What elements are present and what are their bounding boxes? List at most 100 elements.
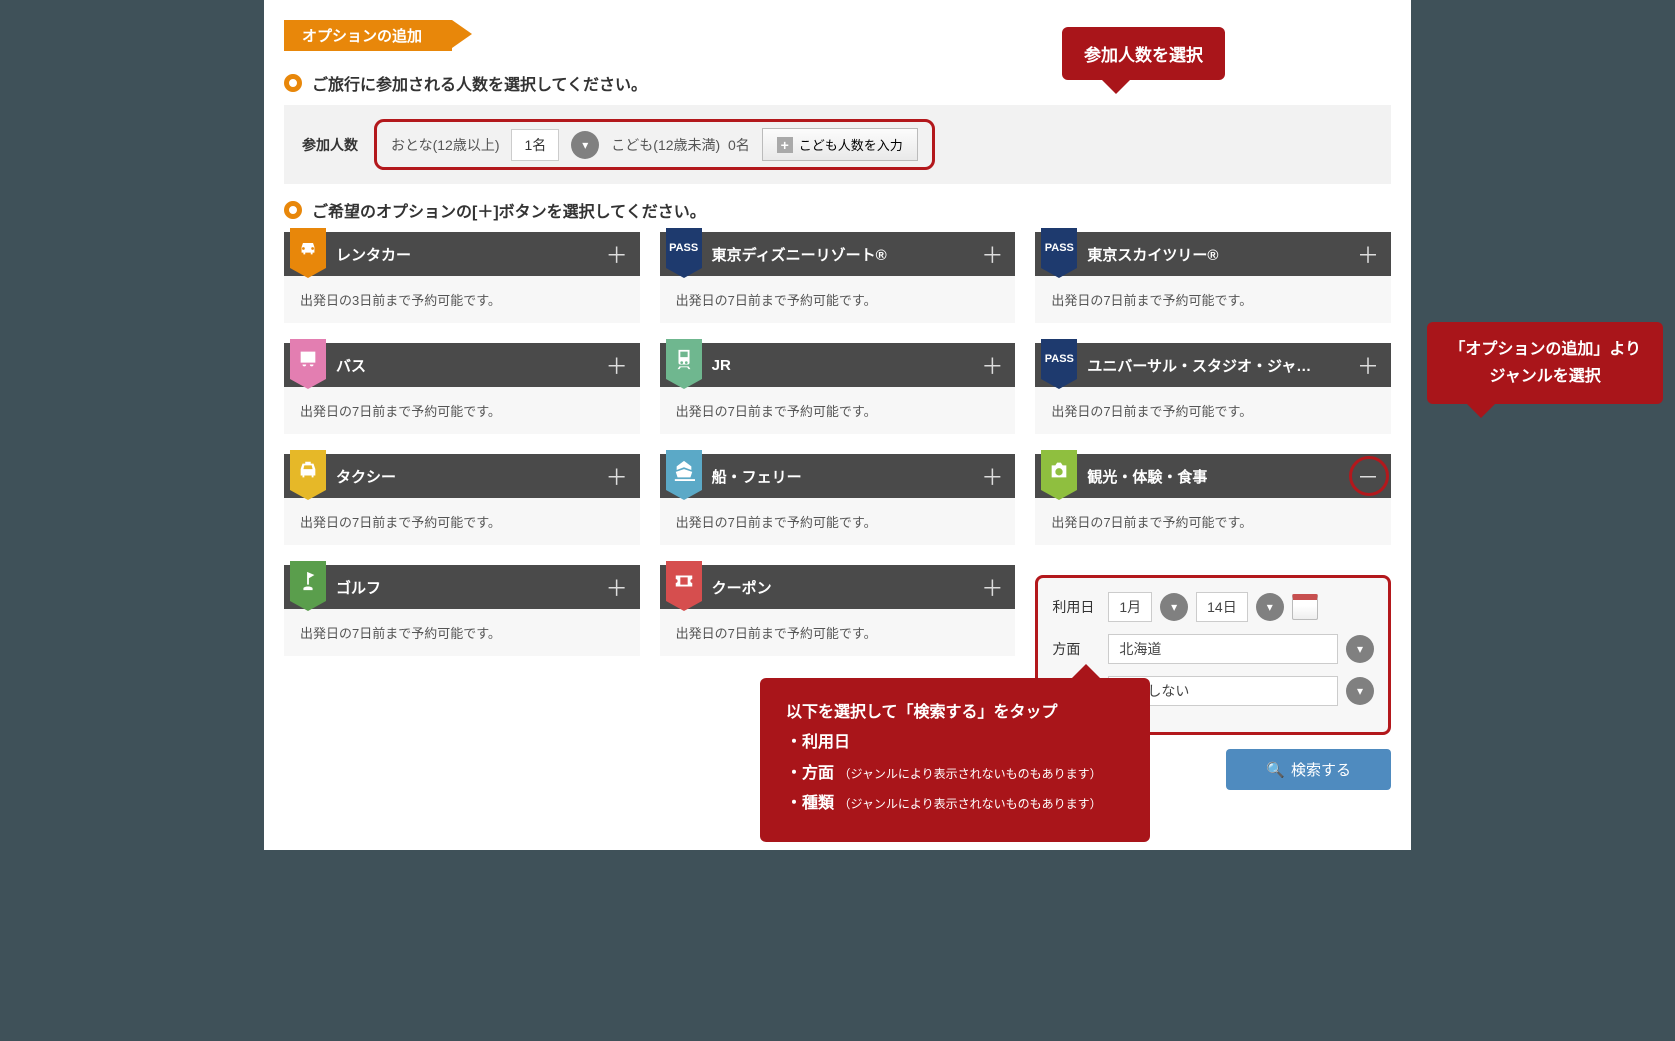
search-button[interactable]: 🔍 検索する xyxy=(1226,749,1391,790)
callout-pointer-icon xyxy=(1467,404,1495,418)
option-coupon-header[interactable]: クーポン ＋ xyxy=(660,565,1016,609)
callout-pointer-icon xyxy=(1102,80,1130,94)
area-label: 方面 xyxy=(1052,639,1100,659)
plus-icon: + xyxy=(777,137,793,153)
toggle-icon: ＋ xyxy=(606,349,628,381)
option-note: 出発日の7日前まで予約可能です。 xyxy=(284,609,640,656)
option-title: JR xyxy=(712,357,982,374)
toggle-icon: ＋ xyxy=(981,238,1003,270)
toggle-icon: ＋ xyxy=(981,349,1003,381)
callout1-text: 参加人数を選択 xyxy=(1084,46,1203,65)
pass-icon: PASS xyxy=(666,228,702,268)
adult-dropdown-icon[interactable] xyxy=(571,131,599,159)
option-ferry: 船・フェリー ＋ 出発日の7日前まで予約可能です。 xyxy=(660,454,1016,545)
callout3-title: 以下を選択して「検索する」をタップ xyxy=(786,698,1124,728)
participants-outline: おとな(12歳以上) 1名 こども(12歳未満) 0名 + こども人数を入力 xyxy=(374,119,935,170)
option-title: タクシー xyxy=(336,466,606,487)
coupon-icon xyxy=(666,561,702,601)
adult-count-select[interactable]: 1名 xyxy=(511,129,559,161)
option-jr-header[interactable]: JR ＋ xyxy=(660,343,1016,387)
heading1-text: ご旅行に参加される人数を選択してください。 xyxy=(312,71,647,95)
option-taxi: タクシー ＋ 出発日の7日前まで予約可能です。 xyxy=(284,454,640,545)
callout-participants: 参加人数を選択 xyxy=(1062,27,1225,80)
option-note: 出発日の7日前まで予約可能です。 xyxy=(660,276,1016,323)
area-select[interactable]: 北海道 xyxy=(1108,634,1338,664)
callout3-b1: ・利用日 xyxy=(786,728,1124,758)
toggle-icon: ＋ xyxy=(1357,238,1379,270)
bullet-icon xyxy=(284,201,302,219)
search-icon: 🔍 xyxy=(1266,761,1285,779)
option-ferry-header[interactable]: 船・フェリー ＋ xyxy=(660,454,1016,498)
options-heading: ご希望のオプションの[＋]ボタンを選択してください。 xyxy=(284,198,1391,222)
option-disney-header[interactable]: PASS 東京ディズニーリゾート® ＋ xyxy=(660,232,1016,276)
option-title: 観光・体験・食事 xyxy=(1087,466,1357,487)
golf-icon xyxy=(290,561,326,601)
toggle-icon: － xyxy=(1357,460,1379,492)
option-bus-header[interactable]: バス ＋ xyxy=(284,343,640,387)
child-label-prefix: こども(12歳未満) xyxy=(611,137,720,153)
child-input-button[interactable]: + こども人数を入力 xyxy=(762,128,918,161)
toggle-icon: ＋ xyxy=(606,238,628,270)
day-dropdown-icon[interactable] xyxy=(1256,593,1284,621)
month-dropdown-icon[interactable] xyxy=(1160,593,1188,621)
heading2-text: ご希望のオプションの[＋]ボタンを選択してください。 xyxy=(312,198,706,222)
toggle-icon: ＋ xyxy=(981,571,1003,603)
option-sightseeing-header[interactable]: 観光・体験・食事 － xyxy=(1035,454,1391,498)
bus-icon xyxy=(290,339,326,379)
option-title: レンタカー xyxy=(336,244,606,265)
car-icon xyxy=(290,228,326,268)
type-dropdown-icon[interactable] xyxy=(1346,677,1374,705)
participants-row: 参加人数 おとな(12歳以上) 1名 こども(12歳未満) 0名 + こども人数… xyxy=(284,105,1391,184)
taxi-icon xyxy=(290,450,326,490)
option-coupon: クーポン ＋ 出発日の7日前まで予約可能です。 xyxy=(660,565,1016,656)
option-title: 東京ディズニーリゾート® xyxy=(712,244,982,265)
child-label: こども(12歳未満) 0名 xyxy=(611,135,749,155)
day-select[interactable]: 14日 xyxy=(1196,592,1248,622)
calendar-icon[interactable] xyxy=(1292,594,1318,620)
option-skytree-header[interactable]: PASS 東京スカイツリー® ＋ xyxy=(1035,232,1391,276)
option-usj-header[interactable]: PASS ユニバーサル・スタジオ・ジャ… ＋ xyxy=(1035,343,1391,387)
callout2-line2: ジャンルを選択 xyxy=(1449,363,1641,390)
option-title: クーポン xyxy=(712,577,982,598)
ship-icon xyxy=(666,450,702,490)
bullet-icon xyxy=(284,74,302,92)
option-note: 出発日の7日前まで予約可能です。 xyxy=(660,609,1016,656)
option-note: 出発日の7日前まで予約可能です。 xyxy=(1035,498,1391,545)
area-dropdown-icon[interactable] xyxy=(1346,635,1374,663)
train-icon xyxy=(666,339,702,379)
option-note: 出発日の7日前まで予約可能です。 xyxy=(284,387,640,434)
option-title: 船・フェリー xyxy=(712,466,982,487)
toggle-icon: ＋ xyxy=(606,460,628,492)
option-note: 出発日の3日前まで予約可能です。 xyxy=(284,276,640,323)
search-button-label: 検索する xyxy=(1291,759,1351,780)
option-note: 出発日の7日前まで予約可能です。 xyxy=(660,498,1016,545)
option-taxi-header[interactable]: タクシー ＋ xyxy=(284,454,640,498)
option-note: 出発日の7日前まで予約可能です。 xyxy=(660,387,1016,434)
option-title: バス xyxy=(336,355,606,376)
callout3-b2: ・方面 （ジャンルにより表示されないものもあります） xyxy=(786,759,1124,789)
month-select[interactable]: 1月 xyxy=(1108,592,1152,622)
option-bus: バス ＋ 出発日の7日前まで予約可能です。 xyxy=(284,343,640,434)
callout3-b3: ・種類 （ジャンルにより表示されないものもあります） xyxy=(786,789,1124,819)
option-golf: ゴルフ ＋ 出発日の7日前まで予約可能です。 xyxy=(284,565,640,656)
option-golf-header[interactable]: ゴルフ ＋ xyxy=(284,565,640,609)
search-area-row: 方面 北海道 xyxy=(1052,634,1374,664)
option-title: ユニバーサル・スタジオ・ジャ… xyxy=(1087,355,1357,376)
child-count: 0名 xyxy=(728,137,750,153)
option-usj: PASS ユニバーサル・スタジオ・ジャ… ＋ 出発日の7日前まで予約可能です。 xyxy=(1035,343,1391,434)
option-skytree: PASS 東京スカイツリー® ＋ 出発日の7日前まで予約可能です。 xyxy=(1035,232,1391,323)
callout-genre: 「オプションの追加」より ジャンルを選択 xyxy=(1427,322,1663,404)
pass-icon: PASS xyxy=(1041,339,1077,379)
pass-icon: PASS xyxy=(1041,228,1077,268)
date-label: 利用日 xyxy=(1052,597,1100,617)
callout-search: 以下を選択して「検索する」をタップ ・利用日 ・方面 （ジャンルにより表示されな… xyxy=(760,678,1150,842)
option-rental-car-header[interactable]: レンタカー ＋ xyxy=(284,232,640,276)
option-note: 出発日の7日前まで予約可能です。 xyxy=(1035,387,1391,434)
toggle-icon: ＋ xyxy=(981,460,1003,492)
section-tab: オプションの追加 xyxy=(284,20,452,51)
option-note: 出発日の7日前まで予約可能です。 xyxy=(1035,276,1391,323)
toggle-icon: ＋ xyxy=(606,571,628,603)
option-title: ゴルフ xyxy=(336,577,606,598)
option-title: 東京スカイツリー® xyxy=(1087,244,1357,265)
option-rental-car: レンタカー ＋ 出発日の3日前まで予約可能です。 xyxy=(284,232,640,323)
